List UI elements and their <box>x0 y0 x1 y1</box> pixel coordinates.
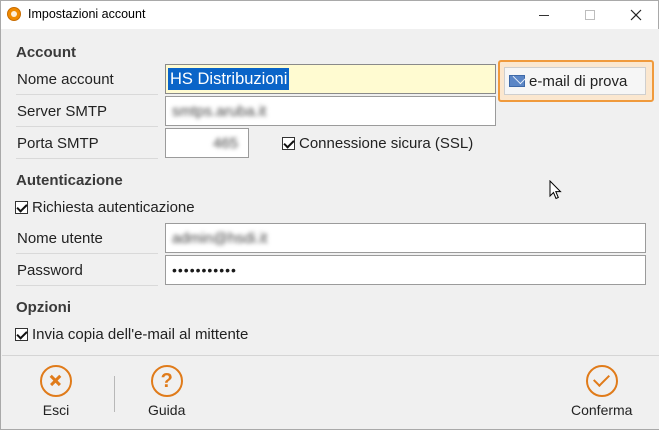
send-copy-checkbox-row[interactable]: Invia copia dell'e-mail al mittente <box>15 326 248 343</box>
send-copy-checkbox[interactable] <box>15 328 28 341</box>
help-button[interactable]: ? Guida <box>148 365 185 418</box>
ssl-checkbox[interactable] <box>282 137 295 150</box>
username-label: Nome utente <box>16 224 158 254</box>
account-name-input[interactable]: HS Distribuzioni <box>165 64 496 94</box>
exit-label: Esci <box>42 402 70 418</box>
auth-required-checkbox[interactable] <box>15 201 28 214</box>
section-title-account: Account <box>16 44 76 61</box>
close-icon <box>630 9 642 21</box>
maximize-icon <box>585 10 595 20</box>
section-title-authentication: Autenticazione <box>16 172 123 189</box>
window-title: Impostazioni account <box>28 7 146 21</box>
smtp-server-input[interactable]: smtps.aruba.it <box>165 96 496 126</box>
account-name-value: HS Distribuzioni <box>168 68 290 90</box>
confirm-button[interactable]: Conferma <box>571 365 632 418</box>
username-input[interactable]: admin@hsdi.it <box>165 223 646 253</box>
title-bar: Impostazioni account <box>1 1 658 29</box>
app-logo-icon <box>7 7 21 21</box>
confirm-label: Conferma <box>571 402 633 418</box>
envelope-icon <box>509 75 525 87</box>
auth-required-label: Richiesta autenticazione <box>32 199 195 216</box>
help-label: Guida <box>148 402 186 418</box>
password-label: Password <box>16 256 158 286</box>
minimize-button[interactable] <box>521 1 567 29</box>
password-value: ••••••••••• <box>172 262 237 278</box>
send-copy-label: Invia copia dell'e-mail al mittente <box>32 326 249 343</box>
mouse-pointer-icon <box>549 180 562 200</box>
smtp-port-input[interactable]: 465 <box>165 128 249 158</box>
exit-button[interactable]: Esci <box>40 365 72 418</box>
ssl-label: Connessione sicura (SSL) <box>299 135 474 152</box>
test-email-button[interactable]: e-mail di prova <box>504 67 646 95</box>
smtp-server-label: Server SMTP <box>16 97 158 127</box>
password-input[interactable]: ••••••••••• <box>165 255 646 285</box>
username-value: admin@hsdi.it <box>172 229 268 247</box>
check-circle-icon <box>585 365 618 397</box>
x-circle-icon <box>40 365 72 397</box>
minimize-icon <box>539 14 549 16</box>
test-email-button-focus[interactable]: e-mail di prova <box>498 60 654 102</box>
section-title-options: Opzioni <box>16 299 71 316</box>
maximize-button[interactable] <box>567 1 613 29</box>
account-name-label: Nome account <box>16 65 158 95</box>
smtp-server-value: smtps.aruba.it <box>172 102 267 120</box>
smtp-port-value: 465 <box>212 134 238 152</box>
smtp-port-label: Porta SMTP <box>16 129 158 159</box>
ssl-checkbox-row[interactable]: Connessione sicura (SSL) <box>282 135 473 152</box>
action-bar: Esci ? Guida Conferma <box>2 356 659 429</box>
test-email-label: e-mail di prova <box>529 72 628 90</box>
account-settings-window: Impostazioni account Account Nome accoun… <box>0 0 659 430</box>
action-separator <box>114 376 115 412</box>
auth-required-checkbox-row[interactable]: Richiesta autenticazione <box>15 199 195 216</box>
close-window-button[interactable] <box>613 1 659 29</box>
question-circle-icon: ? <box>150 365 183 397</box>
